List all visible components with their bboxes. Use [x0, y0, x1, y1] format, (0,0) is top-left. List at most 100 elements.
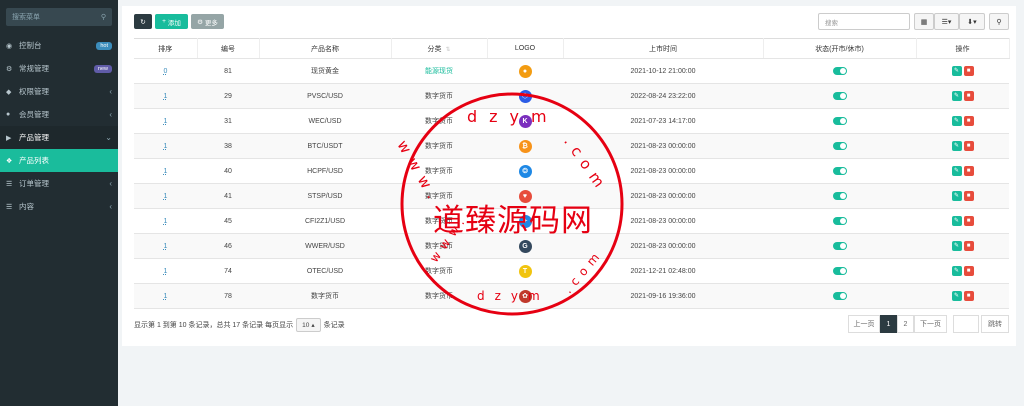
sidebar-item-content[interactable]: ☰ 内容 ‹ [0, 195, 118, 218]
delete-button[interactable]: ■ [963, 241, 974, 251]
jump-button[interactable]: 跳转 [981, 315, 1009, 333]
add-label: 添加 [167, 19, 181, 27]
weigh-cell[interactable]: 1 [134, 158, 197, 184]
delete-button[interactable]: ■ [963, 191, 974, 201]
status-cell [763, 258, 916, 284]
time-cell: 2021-09-16 19:36:00 [563, 283, 763, 309]
weigh-cell[interactable]: 1 [134, 183, 197, 209]
id-cell: 29 [197, 83, 259, 109]
weigh-cell[interactable]: 1 [134, 233, 197, 259]
table-row: 1 41 STSP/USD 数字货币 ♥ 2021-08-23 00:00:00 ✎ ■ [134, 183, 1009, 209]
delete-button[interactable]: ■ [963, 266, 974, 276]
prev-page-button[interactable]: 上一页 [848, 315, 880, 333]
sort-icon: ⇅ [445, 46, 451, 53]
product-icon: ▶ [6, 134, 12, 142]
category-cell: 数字货币 [391, 208, 487, 234]
status-toggle[interactable] [832, 267, 847, 275]
edit-button[interactable]: ✎ [951, 66, 962, 76]
pencil-icon: ✎ [953, 293, 960, 299]
name-cell: WEC/USD [259, 108, 391, 134]
logo-cell: ✦ [487, 208, 563, 234]
logo-cell: ⬡ [487, 83, 563, 109]
name-cell: WWER/USD [259, 233, 391, 259]
actions-cell: ✎ ■ [916, 83, 1009, 109]
sidebar-search: 搜索菜单 ⚲ [0, 0, 118, 34]
pencil-icon: ✎ [953, 118, 960, 124]
delete-button[interactable]: ■ [963, 141, 974, 151]
sidebar-item-product-list[interactable]: ❖ 产品列表 [0, 149, 118, 172]
list-icon: ☰ [6, 180, 13, 188]
sidebar-item-orders[interactable]: ☰ 订单管理 ‹ [0, 172, 118, 195]
page-1-button[interactable]: 1 [880, 315, 897, 333]
next-page-button[interactable]: 下一页 [914, 315, 947, 333]
toggle-view-button[interactable]: ▦ [914, 13, 934, 30]
menu-search-input[interactable]: 搜索菜单 ⚲ [6, 8, 112, 26]
edit-button[interactable]: ✎ [951, 141, 962, 151]
column-header-weigh[interactable]: 排序 [134, 38, 198, 59]
category-cell: 能源现货 [391, 58, 487, 84]
jump-page-input[interactable] [953, 315, 979, 333]
pencil-icon: ✎ [953, 243, 960, 249]
edit-button[interactable]: ✎ [951, 291, 962, 301]
time-cell: 2021-08-23 00:00:00 [563, 208, 763, 234]
pencil-icon: ✎ [953, 168, 960, 174]
status-toggle[interactable] [832, 117, 847, 125]
table-row: 1 38 BTC/USDT 数字货币 ₿ 2021-08-23 00:00:00 ✎ ■ [134, 133, 1009, 159]
status-toggle[interactable] [832, 217, 847, 225]
trash-icon: ■ [966, 268, 971, 274]
weigh-cell[interactable]: 1 [134, 283, 197, 309]
status-cell [763, 83, 916, 109]
weigh-cell[interactable]: 1 [134, 108, 197, 134]
weigh-cell[interactable]: 1 [134, 258, 197, 284]
sidebar-item-auth[interactable]: ◆ 权限管理 ‹ [0, 80, 118, 103]
weigh-cell[interactable]: 0 [134, 58, 197, 84]
add-button[interactable]: + 添加 [155, 14, 188, 29]
weigh-cell[interactable]: 1 [134, 133, 197, 159]
edit-button[interactable]: ✎ [951, 191, 962, 201]
export-button[interactable]: ⬇▾ [959, 13, 985, 30]
sidebar-item-products[interactable]: ▶ 产品管理 ⌄ [0, 126, 118, 149]
delete-button[interactable]: ■ [963, 91, 974, 101]
status-toggle[interactable] [832, 292, 847, 300]
column-header-name[interactable]: 产品名称 [259, 38, 392, 59]
edit-button[interactable]: ✎ [951, 91, 962, 101]
advanced-search-button[interactable]: ⚲ [989, 13, 1009, 30]
edit-button[interactable]: ✎ [951, 241, 962, 251]
status-toggle[interactable] [832, 67, 847, 75]
column-header-id[interactable]: 编号 [197, 38, 260, 59]
delete-button[interactable]: ■ [963, 116, 974, 126]
delete-button[interactable]: ■ [963, 291, 974, 301]
page-size-select[interactable]: 10 ▴ [296, 318, 321, 332]
sidebar-item-members[interactable]: ● 会员管理 ‹ [0, 103, 118, 126]
column-header-status[interactable]: 状态(开市/休市) [763, 38, 917, 59]
sidebar-item-general[interactable]: ⚙ 常规管理 new [0, 57, 118, 80]
delete-button[interactable]: ■ [963, 166, 974, 176]
weigh-cell[interactable]: 1 [134, 83, 197, 109]
edit-button[interactable]: ✎ [951, 216, 962, 226]
status-toggle[interactable] [832, 242, 847, 250]
delete-button[interactable]: ■ [963, 66, 974, 76]
edit-button[interactable]: ✎ [951, 116, 962, 126]
column-header-time[interactable]: 上市时间 [563, 38, 764, 59]
sidebar-item-dashboard[interactable]: ◉ 控制台 hot [0, 34, 118, 57]
sidebar-item-label: 控制台 [19, 41, 42, 50]
more-button[interactable]: ⚙ 更多 [191, 14, 224, 29]
refresh-button[interactable]: ↻ [134, 14, 152, 29]
status-toggle[interactable] [832, 192, 847, 200]
actions-cell: ✎ ■ [916, 133, 1009, 159]
table-row: 1 45 CFI2Z1/USD 数字货币 ✦ 2021-08-23 00:00:00 ✎ ■ [134, 208, 1009, 234]
status-toggle[interactable] [832, 167, 847, 175]
actions-cell: ✎ ■ [916, 283, 1009, 309]
column-header-category[interactable]: 分类 ⇅ [391, 38, 488, 59]
edit-button[interactable]: ✎ [951, 266, 962, 276]
page-2-button[interactable]: 2 [897, 315, 914, 333]
status-toggle[interactable] [832, 92, 847, 100]
time-cell: 2021-10-12 21:00:00 [563, 58, 763, 84]
columns-button[interactable]: ☰▾ [934, 13, 959, 30]
delete-button[interactable]: ■ [963, 216, 974, 226]
id-cell: 45 [197, 208, 259, 234]
status-toggle[interactable] [832, 142, 847, 150]
table-search-input[interactable]: 搜索 [818, 13, 910, 30]
edit-button[interactable]: ✎ [951, 166, 962, 176]
weigh-cell[interactable]: 1 [134, 208, 197, 234]
